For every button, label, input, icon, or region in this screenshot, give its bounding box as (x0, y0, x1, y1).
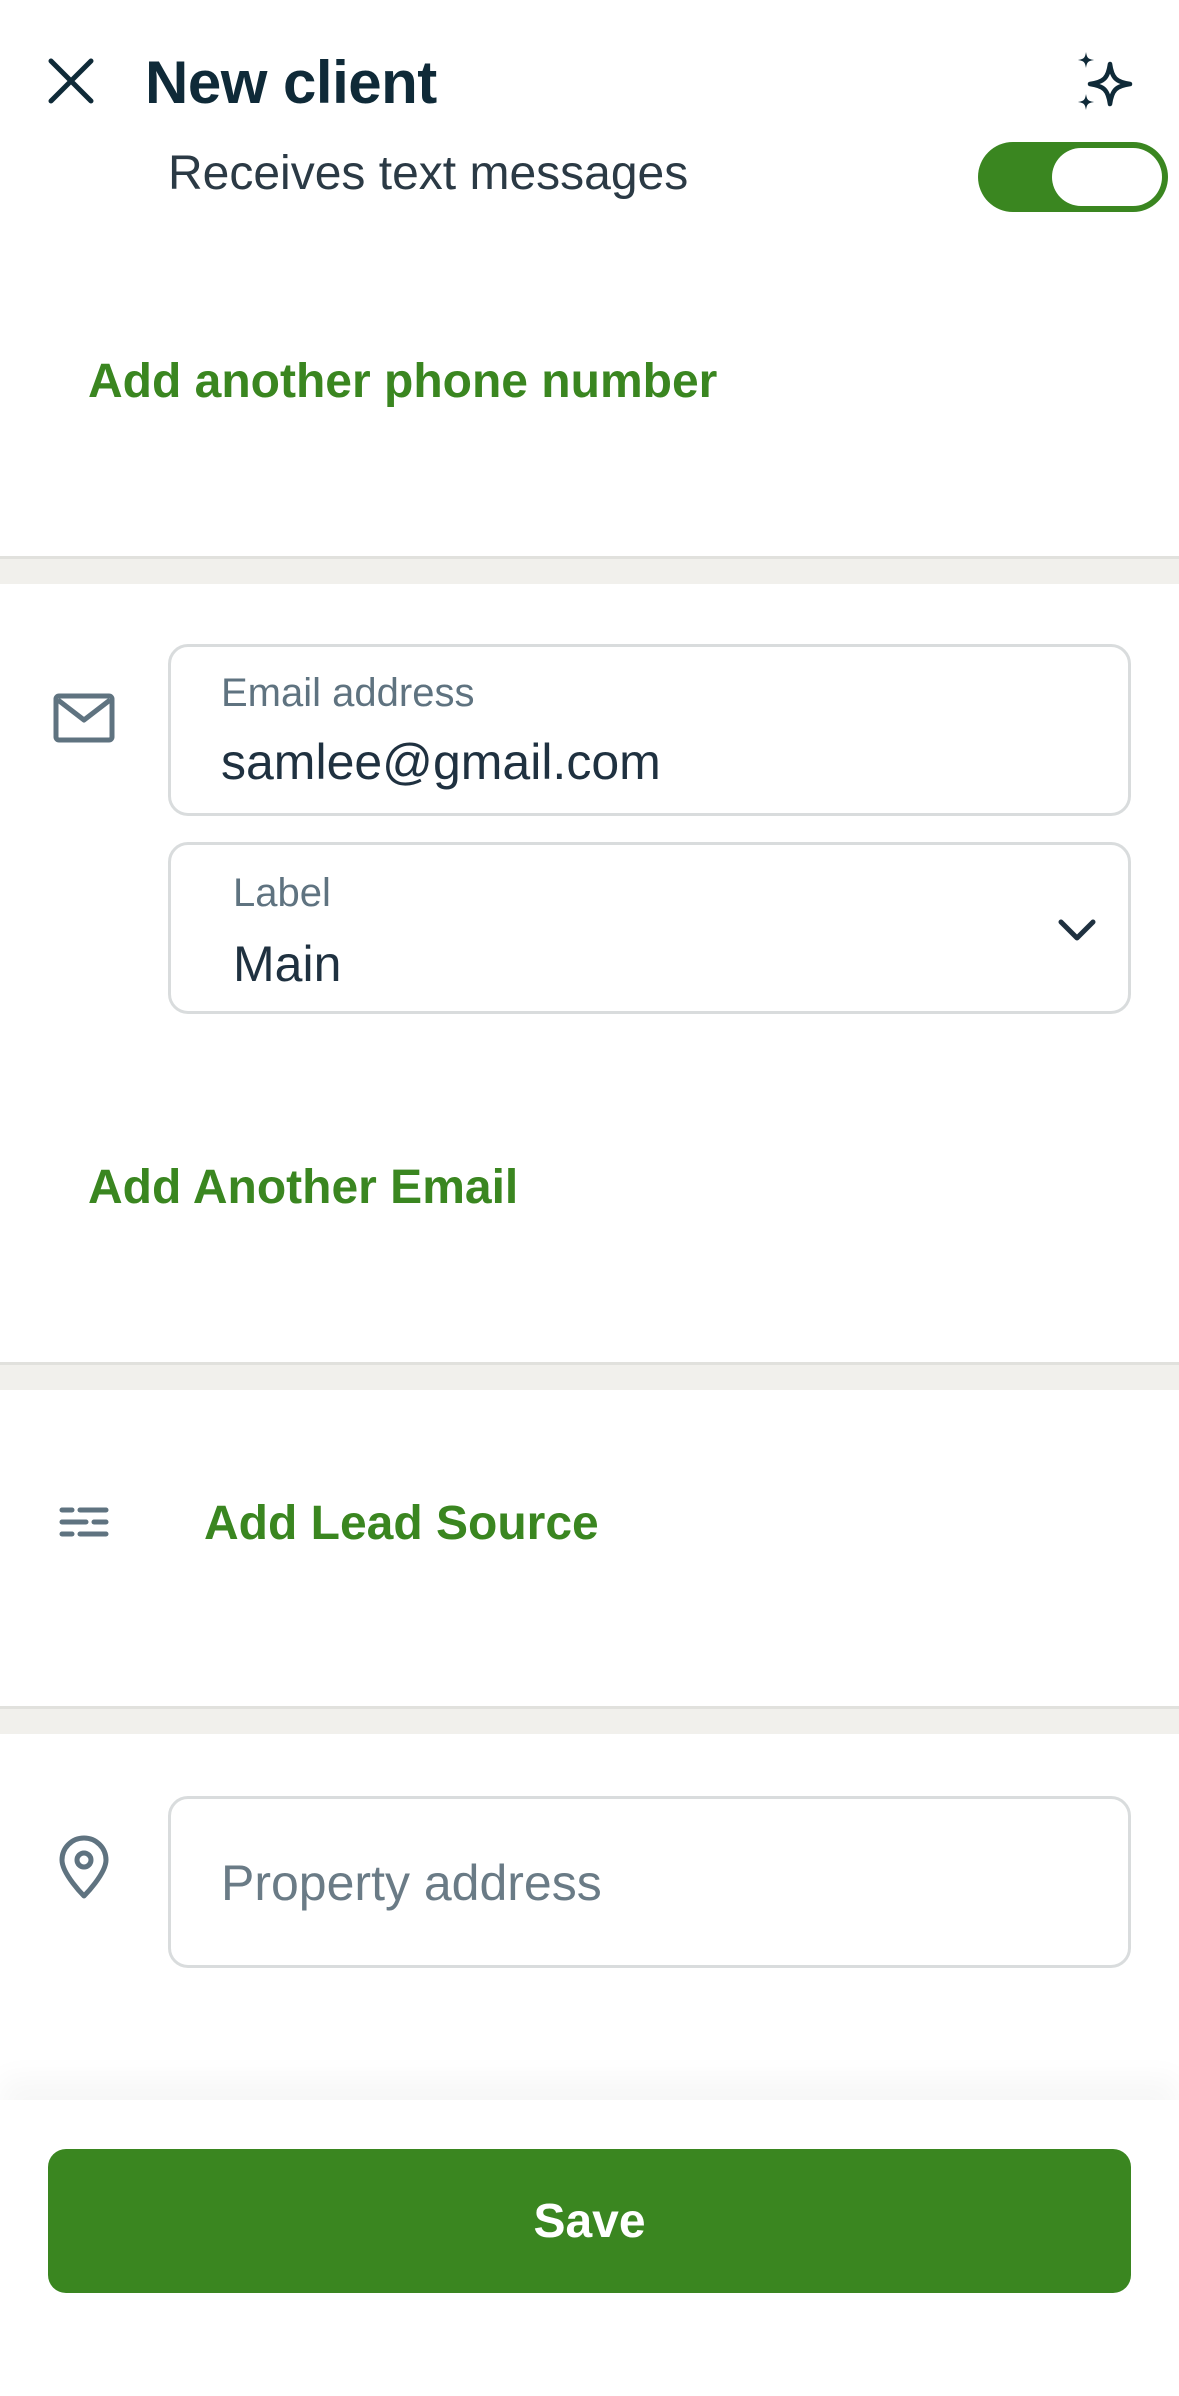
add-email-button[interactable]: Add Another Email (88, 1160, 518, 1215)
sms-toggle-label: Receives text messages (168, 147, 689, 200)
close-icon (48, 58, 94, 104)
header-bar: New client (0, 0, 1179, 140)
add-phone-button[interactable]: Add another phone number (88, 354, 717, 409)
sms-toggle[interactable] (978, 142, 1168, 212)
property-address-input[interactable]: Property address (168, 1796, 1131, 1968)
page-title: New client (145, 49, 437, 116)
chevron-down-icon (1058, 919, 1096, 941)
sparkle-icon (1078, 52, 1133, 110)
ai-assist-button[interactable] (1070, 48, 1140, 118)
list-icon (59, 1507, 109, 1537)
save-button[interactable]: Save (48, 2149, 1131, 2293)
add-lead-source-button[interactable]: Add Lead Source (204, 1496, 599, 1551)
mail-icon (53, 693, 115, 743)
email-field-label: Email address (221, 671, 475, 715)
email-label-select-label: Label (233, 871, 331, 915)
toggle-knob (1052, 148, 1162, 206)
email-field[interactable]: Email address samlee@gmail.com (168, 644, 1131, 816)
property-address-placeholder: Property address (221, 1855, 602, 1911)
email-label-select-value: Main (233, 936, 342, 992)
section-divider (0, 556, 1179, 584)
email-label-select[interactable]: Label Main (168, 842, 1131, 1014)
email-field-value: samlee@gmail.com (221, 734, 661, 790)
close-button[interactable] (40, 50, 102, 112)
location-pin-icon (59, 1835, 109, 1899)
section-divider (0, 1362, 1179, 1390)
section-divider (0, 1706, 1179, 1734)
